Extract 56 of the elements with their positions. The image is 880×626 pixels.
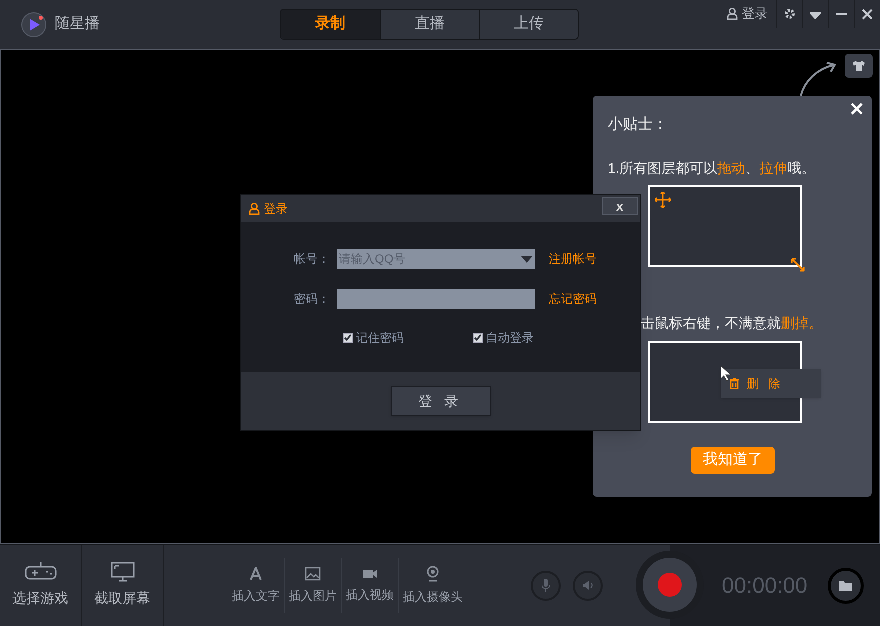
field-label: 帐号：	[293, 251, 330, 268]
dropdown-icon	[810, 10, 821, 18]
arrow-drawing	[799, 61, 839, 97]
tool-button[interactable]: 选择游戏	[0, 545, 82, 626]
tab[interactable]: 录制	[281, 10, 380, 39]
register-link[interactable]: 注册帐号	[549, 250, 597, 268]
settings-icon	[784, 8, 796, 20]
tab[interactable]: 上传	[479, 10, 578, 39]
skin-button[interactable]	[845, 54, 873, 78]
cursor-icon	[721, 366, 731, 381]
microphone-button[interactable]	[531, 570, 561, 600]
close-icon	[862, 8, 873, 20]
shirt-icon	[853, 61, 865, 71]
login-link[interactable]: 登录	[719, 0, 776, 28]
speaker-icon	[582, 580, 594, 591]
insert-button[interactable]: 插入图片	[284, 558, 341, 613]
logo-icon	[21, 12, 47, 38]
tool-button[interactable]: 截取屏幕	[82, 545, 164, 626]
tip-text: 1.所有图层都可以拖动、拉伸哦。	[608, 159, 816, 178]
folder-button[interactable]	[828, 568, 864, 604]
insert-button[interactable]: 插入摄像头	[398, 558, 467, 613]
close-button[interactable]: x	[602, 197, 638, 215]
webcam-icon	[426, 566, 440, 582]
move-icon	[655, 192, 671, 208]
speaker-button[interactable]	[573, 570, 603, 600]
video-camera-icon	[362, 568, 378, 580]
insert-button[interactable]: 插入视频	[341, 558, 398, 613]
tip-text: 击鼠标右键，不满意就删掉。	[641, 314, 823, 333]
checkbox[interactable]: 自动登录	[473, 329, 548, 347]
minimize-icon	[836, 12, 847, 16]
letter-a-icon	[249, 566, 263, 580]
app-title: 随星播	[55, 14, 100, 34]
insert-button[interactable]: 插入文字	[228, 558, 284, 613]
checkmark-icon	[474, 334, 482, 342]
user-icon	[249, 202, 260, 214]
record-icon	[658, 573, 682, 597]
dropdown-icon	[521, 256, 533, 262]
checkmark-icon	[344, 334, 352, 342]
microphone-icon	[542, 579, 550, 592]
password-field[interactable]	[337, 289, 535, 309]
menu-item-label[interactable]: 删 除	[747, 374, 784, 392]
gamepad-icon	[24, 562, 56, 582]
user-icon	[727, 8, 738, 20]
monitor-icon	[110, 562, 134, 582]
login-button[interactable]: 登 录	[390, 386, 490, 416]
forgot-password-link[interactable]: 忘记密码	[549, 290, 597, 308]
folder-icon	[838, 580, 853, 591]
dialog-title: 登录	[264, 200, 288, 218]
timer: 00:00:00	[722, 572, 808, 600]
field-label: 密码：	[293, 291, 330, 308]
tips-title: 小贴士：	[608, 115, 668, 135]
image-icon	[305, 566, 321, 580]
checkbox[interactable]: 记住密码	[343, 329, 418, 347]
resize-icon	[791, 258, 805, 272]
trash-icon	[730, 378, 739, 389]
close-icon	[851, 103, 863, 115]
